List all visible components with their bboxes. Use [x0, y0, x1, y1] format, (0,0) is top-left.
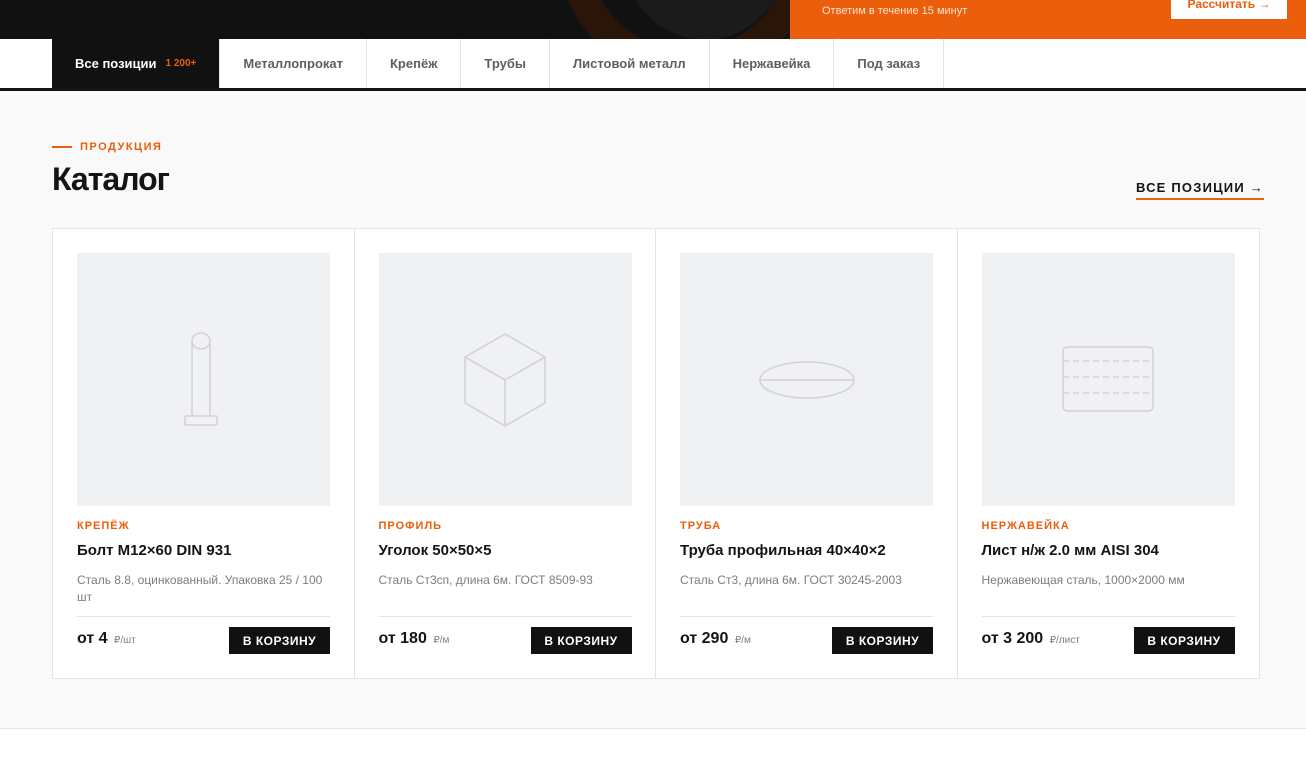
promo-subtitle: Ответим в течение 15 минут [822, 5, 968, 17]
product-name[interactable]: Труба профильная 40×40×2 [680, 542, 886, 559]
tab-sheet-metal[interactable]: Листовой металл [550, 39, 710, 88]
product-name[interactable]: Болт М12×60 DIN 931 [77, 542, 231, 559]
tab-fasteners[interactable]: Крепёж [367, 39, 462, 88]
product-price: от 3 200 ₽/лист [982, 630, 1080, 648]
card-divider [981, 616, 1235, 617]
top-banner: Ответим в течение 15 минут Рассчитать → [0, 0, 1306, 39]
pipe-icon [758, 360, 855, 399]
product-price: от 4 ₽/шт [77, 630, 136, 648]
product-image-placeholder [378, 253, 632, 506]
tab-label: Нержавейка [732, 56, 811, 71]
tab-metal-rolling[interactable]: Металлопрокат [220, 39, 367, 88]
calculate-button[interactable]: Рассчитать → [1171, 0, 1287, 19]
price-value: от 290 [680, 630, 729, 647]
price-value: от 180 [378, 630, 427, 647]
price-unit: ₽/шт [114, 635, 136, 646]
add-to-cart-button[interactable]: В КОРЗИНУ [229, 627, 330, 654]
tab-label: Крепёж [390, 56, 438, 71]
tab-pipes[interactable]: Трубы [461, 39, 550, 88]
product-card[interactable]: НЕРЖАВЕЙКА Лист н/ж 2.0 мм AISI 304 Нерж… [958, 229, 1260, 678]
add-to-cart-button[interactable]: В КОРЗИНУ [1133, 627, 1235, 654]
promo-bar: Ответим в течение 15 минут Рассчитать → [790, 0, 1306, 39]
product-price: от 180 ₽/м [379, 630, 450, 648]
sheet-icon [1062, 345, 1154, 412]
product-grid: КРЕПЁЖ Болт М12×60 DIN 931 Сталь 8.8, оц… [52, 228, 1260, 679]
product-name[interactable]: Лист н/ж 2.0 мм AISI 304 [982, 542, 1159, 559]
category-tabs: Все позиции 1 200+ Металлопрокат Крепёж … [52, 39, 945, 88]
tab-count-badge: 1 200+ [165, 58, 197, 69]
page-title: Каталог [52, 161, 170, 197]
tab-all-positions[interactable]: Все позиции 1 200+ [52, 39, 221, 88]
eyebrow-text: ПРОДУКЦИЯ [80, 141, 163, 153]
product-category: КРЕПЁЖ [77, 520, 130, 532]
product-description: Нержавеющая сталь, 1000×2000 мм [981, 573, 1185, 587]
tab-label: Трубы [484, 56, 526, 71]
tab-custom-order[interactable]: Под заказ [834, 39, 945, 88]
product-category: НЕРЖАВЕЙКА [981, 520, 1070, 532]
all-positions-link[interactable]: ВСЕ ПОЗИЦИИ → [1136, 180, 1264, 200]
product-card[interactable]: КРЕПЁЖ Болт М12×60 DIN 931 Сталь 8.8, оц… [53, 229, 355, 678]
card-divider [77, 616, 330, 617]
price-unit: ₽/лист [1049, 635, 1080, 646]
product-image-placeholder [77, 253, 330, 506]
card-divider [680, 616, 933, 617]
tab-label: Под заказ [857, 56, 921, 71]
eyebrow-dash [52, 146, 72, 148]
product-description: Сталь Ст3, длина 6м. ГОСТ 30245-2003 [680, 573, 902, 587]
tab-label: Металлопрокат [243, 56, 343, 71]
product-card[interactable]: ПРОФИЛЬ Уголок 50×50×5 Сталь Ст3сп, длин… [355, 229, 656, 678]
bolt-icon [183, 331, 218, 426]
product-category: ТРУБА [680, 520, 722, 532]
price-value: от 3 200 [981, 630, 1044, 647]
catalog-section: ПРОДУКЦИЯ Каталог ВСЕ ПОЗИЦИИ → КРЕПЁЖ Б… [0, 91, 1306, 729]
cube-icon [464, 332, 546, 427]
category-nav: Все позиции 1 200+ Металлопрокат Крепёж … [0, 39, 1306, 91]
product-category: ПРОФИЛЬ [378, 520, 443, 532]
price-unit: ₽/м [433, 635, 450, 646]
section-eyebrow: ПРОДУКЦИЯ [52, 141, 162, 153]
add-to-cart-button[interactable]: В КОРЗИНУ [530, 627, 632, 654]
tab-label: Все позиции [75, 56, 157, 71]
product-price: от 290 ₽/м [680, 630, 751, 648]
product-image-placeholder [981, 253, 1235, 506]
product-image-placeholder [680, 253, 933, 506]
price-unit: ₽/м [734, 635, 751, 646]
tab-label: Листовой металл [572, 56, 686, 71]
product-name[interactable]: Уголок 50×50×5 [379, 542, 492, 559]
price-value: от 4 [77, 630, 108, 647]
product-card[interactable]: ТРУБА Труба профильная 40×40×2 Сталь Ст3… [656, 229, 958, 678]
product-description: Сталь Ст3сп, длина 6м. ГОСТ 8509-93 [378, 573, 593, 587]
add-to-cart-button[interactable]: В КОРЗИНУ [832, 627, 933, 654]
product-description: Сталь 8.8, оцинкованный. Упаковка 25 / 1… [77, 573, 323, 604]
tab-stainless[interactable]: Нержавейка [710, 39, 835, 88]
card-divider [378, 616, 632, 617]
